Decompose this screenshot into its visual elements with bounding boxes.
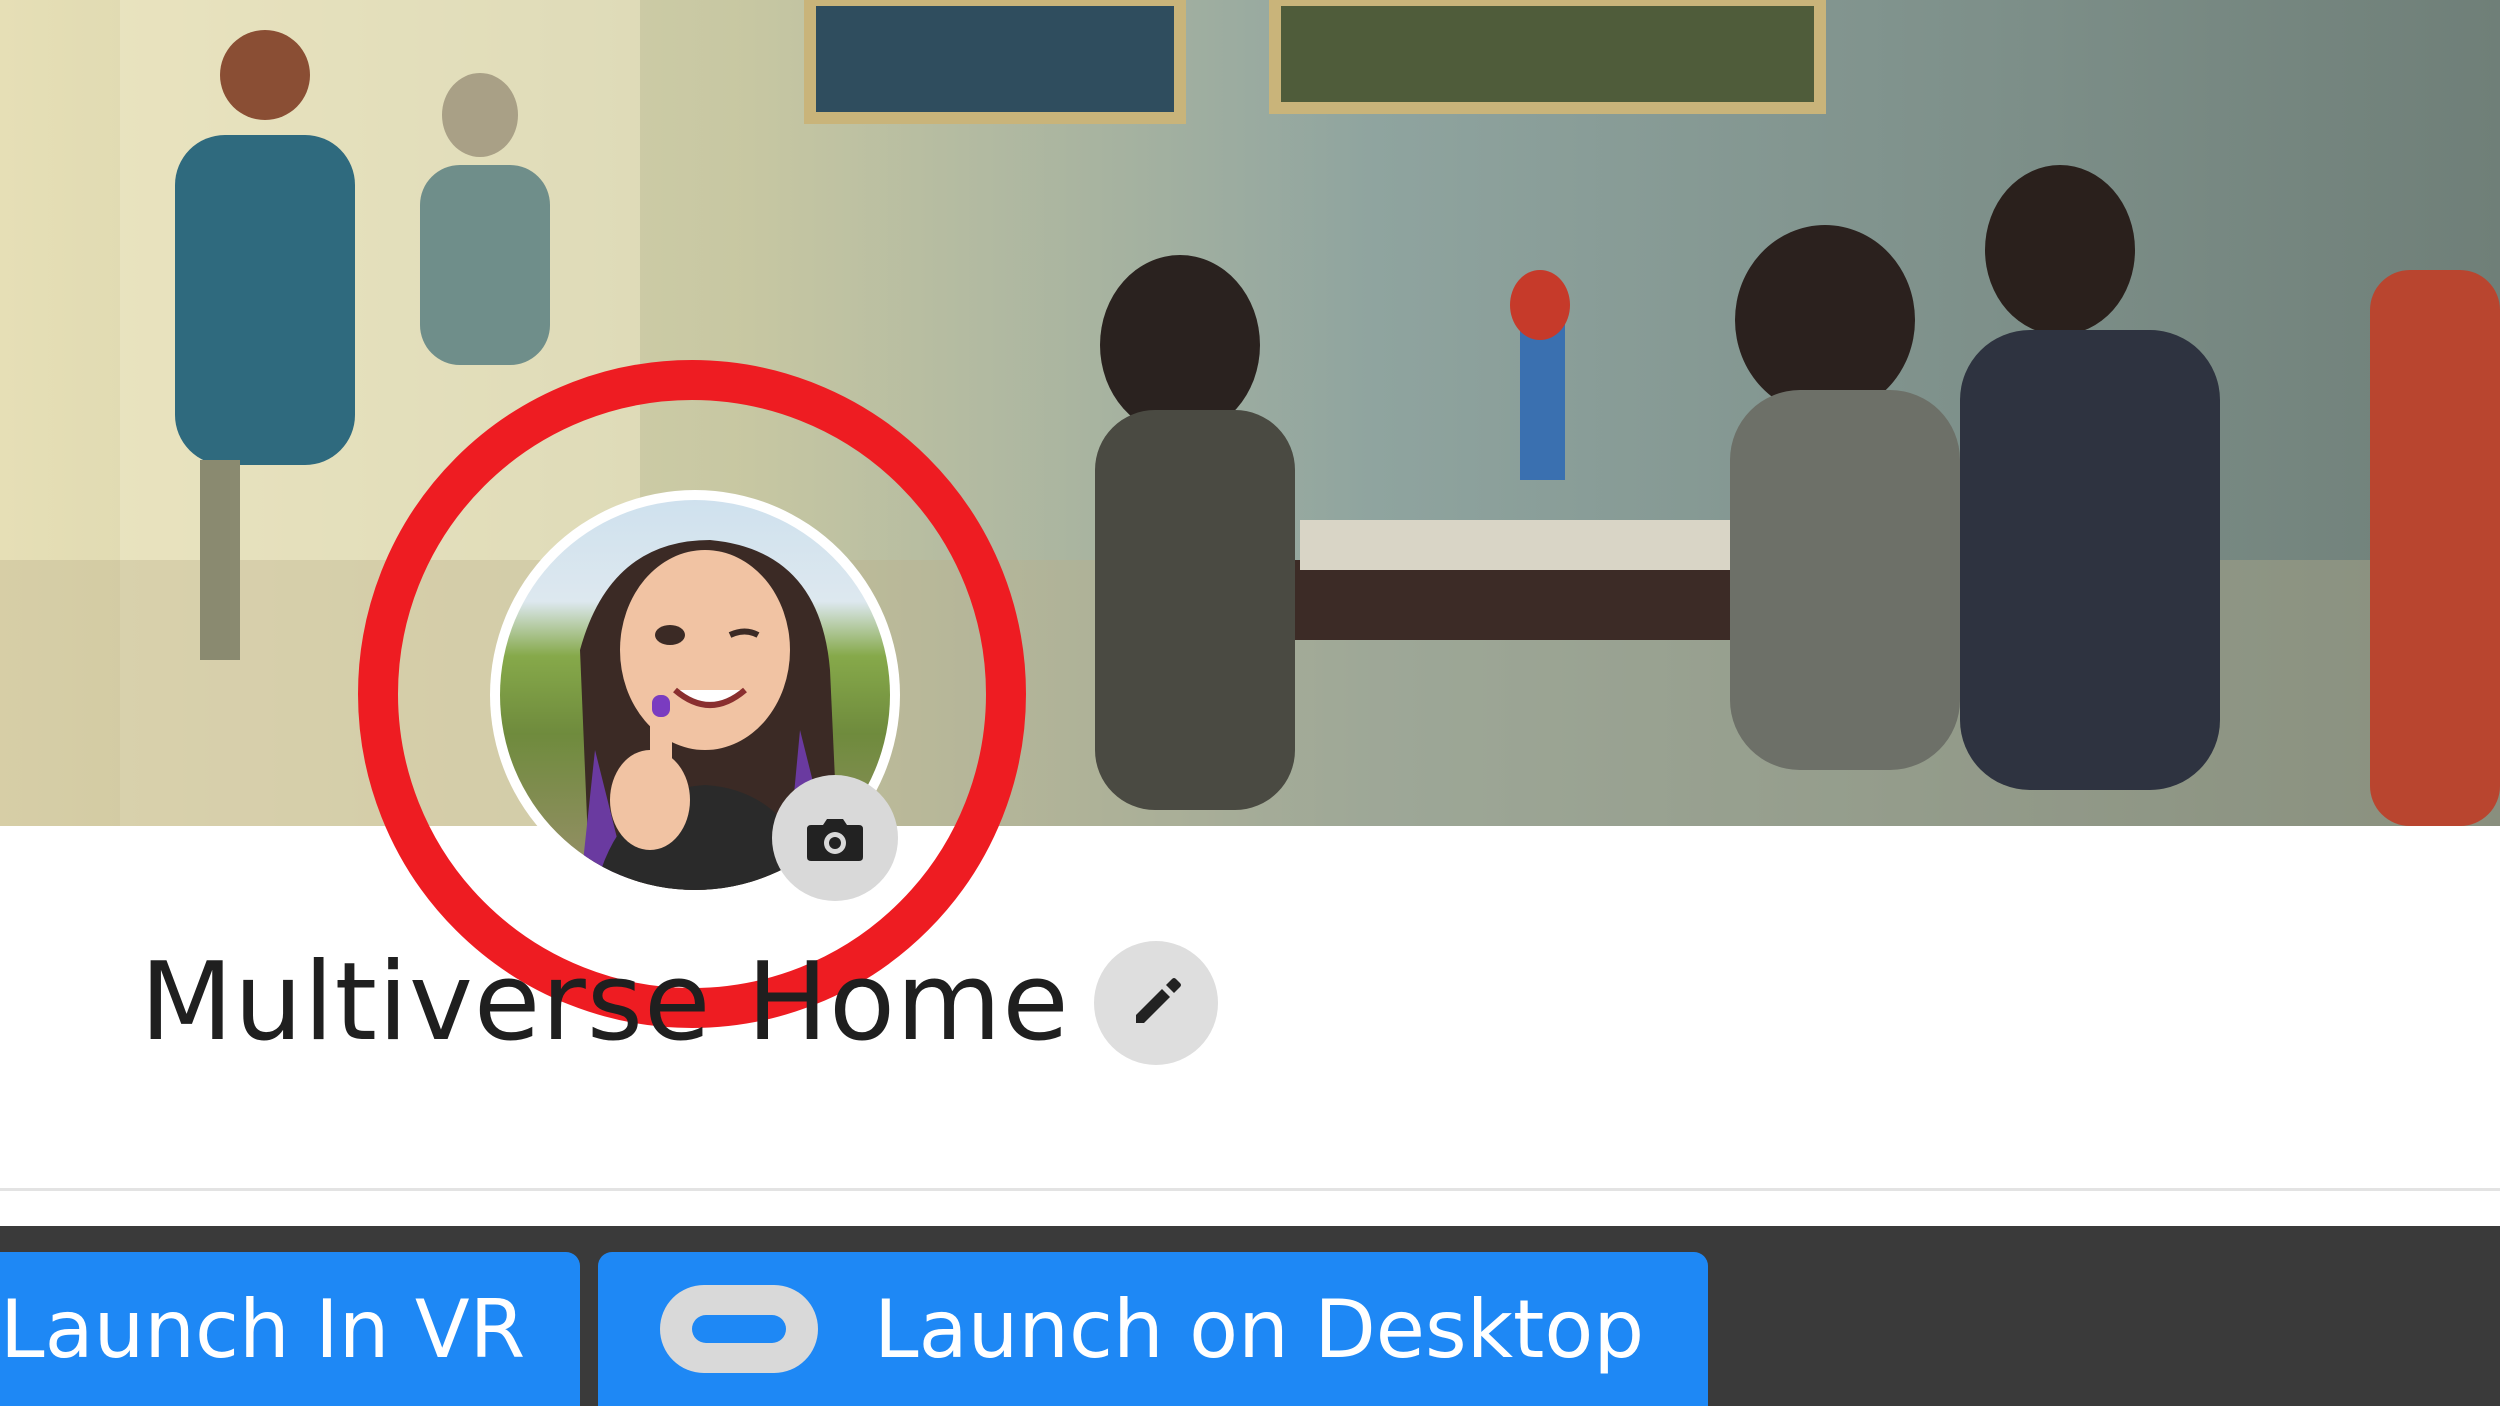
launch-in-vr-label: Launch In VR	[0, 1282, 526, 1376]
launch-on-desktop-label: Launch on Desktop	[874, 1282, 1645, 1376]
page-title: Multiverse Home	[140, 939, 1070, 1065]
profile-name-row: Multiverse Home	[140, 935, 1218, 1070]
launch-on-desktop-button[interactable]: Launch on Desktop	[598, 1252, 1708, 1406]
cover-image	[0, 0, 2500, 826]
cover-banner	[0, 0, 2500, 826]
vr-headset-icon	[660, 1285, 818, 1373]
change-avatar-button[interactable]	[772, 775, 898, 901]
section-divider	[0, 1188, 2500, 1191]
edit-name-button[interactable]	[1093, 940, 1218, 1065]
camera-icon	[807, 819, 863, 861]
launch-in-vr-button[interactable]: Launch In VR	[0, 1252, 580, 1406]
pencil-icon	[1135, 977, 1181, 1023]
